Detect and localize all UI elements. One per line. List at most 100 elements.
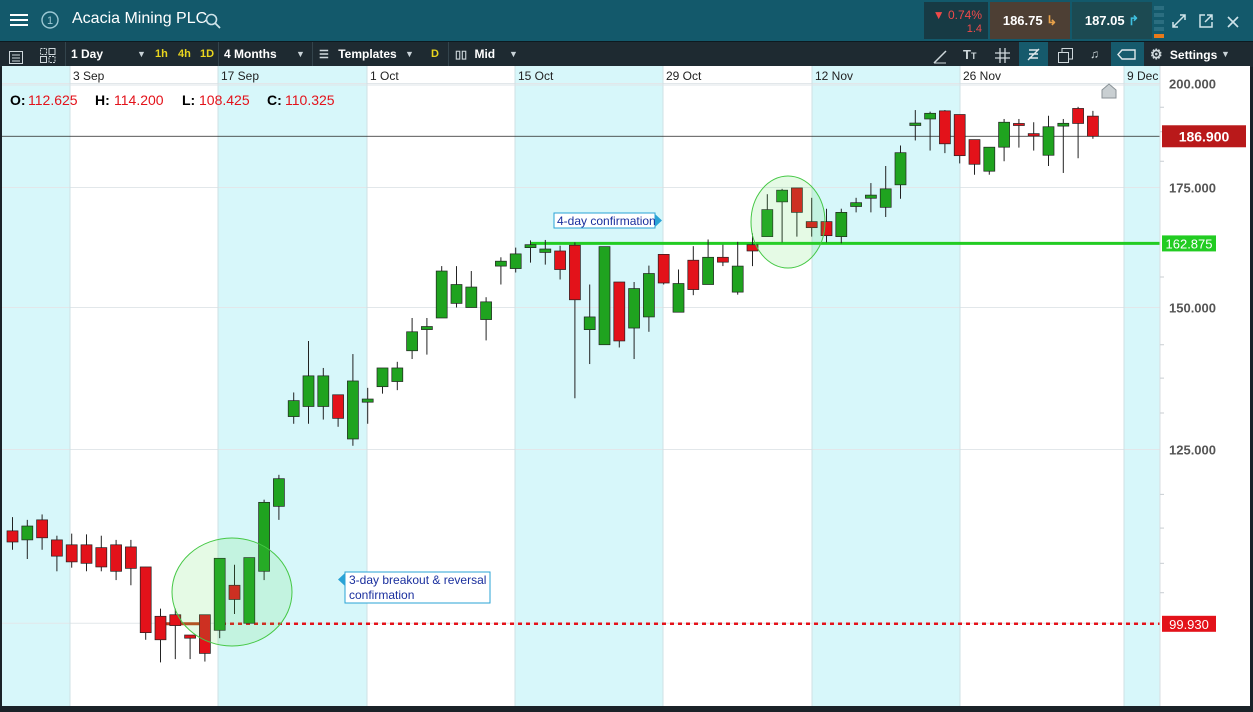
price-type-label: Mid [474, 47, 496, 61]
annotation-text: 4-day confirmation [557, 214, 656, 228]
x-tick-label: 3 Sep [73, 69, 105, 83]
range-dropdown[interactable]: 4 Months ▼ [218, 42, 312, 67]
sell-button[interactable]: 186.75 ↳ [990, 2, 1070, 39]
settings-label: Settings [1169, 48, 1218, 62]
candle-body [1057, 122, 1070, 127]
x-tick-label: 15 Oct [518, 69, 554, 83]
x-tick-label: 9 Dec [1127, 69, 1158, 83]
candle-body [80, 544, 93, 564]
confirmation-highlight-circle [750, 175, 826, 269]
candle-body [643, 273, 655, 318]
candle-body [21, 525, 34, 541]
level-price-label: 99.930 [1169, 617, 1209, 632]
buy-button[interactable]: 187.05 ↱ [1072, 2, 1152, 39]
candle-body [628, 288, 640, 329]
gear-icon: ⚙ [1150, 46, 1163, 62]
range-label: 4 Months [224, 47, 277, 61]
label-toggle-icon[interactable] [1111, 42, 1144, 67]
candle-body [317, 375, 330, 407]
candle-body [110, 544, 122, 572]
expand-icon[interactable] [1172, 14, 1186, 28]
link-icon[interactable]: 1 [40, 10, 60, 30]
layout-grid-icon[interactable] [40, 47, 56, 63]
breakout-highlight-circle [171, 537, 293, 647]
quick-interval-4h[interactable]: 4h [178, 42, 191, 67]
depth-bars-icon [1154, 6, 1164, 38]
ohlc-open-label: O: [10, 92, 26, 108]
candle-body [51, 539, 63, 557]
crosshair-toggle-icon[interactable] [1019, 42, 1048, 67]
text-tool-icon[interactable]: TT [963, 42, 976, 67]
chevron-down-icon: ▼ [405, 49, 414, 59]
draw-line-icon[interactable] [933, 48, 947, 64]
candle-body [65, 544, 78, 563]
week-shade-band [515, 66, 663, 706]
change-absolute: 1.4 [966, 23, 982, 35]
chart-area[interactable]: 3 Sep 17 Sep 1 Oct 15 Oct 29 Oct 12 Nov 26 Nov… [2, 66, 1250, 706]
candle-body [657, 254, 670, 284]
popout-icon[interactable] [1199, 14, 1213, 28]
menu-icon[interactable] [10, 11, 28, 29]
axis-panel [1160, 66, 1250, 706]
chevron-down-icon: ▼ [1221, 49, 1230, 59]
grid-icon[interactable] [995, 47, 1010, 63]
candle-body [406, 331, 418, 352]
bottom-bar [0, 706, 1253, 712]
candle-body [465, 286, 478, 308]
candle-body [524, 244, 537, 248]
candles-icon: ▯▯ [455, 49, 468, 61]
price-type-badge[interactable]: D [431, 42, 439, 67]
candle-body [376, 367, 389, 388]
week-shade-band [2, 66, 70, 706]
candle-body [598, 246, 611, 346]
x-tick-label: 26 Nov [963, 69, 1001, 83]
templates-dropdown[interactable]: ☰ Templates ▼ [312, 42, 427, 67]
week-shade-band [812, 66, 960, 706]
settings-dropdown[interactable]: ⚙ Settings ▼ [1150, 42, 1250, 67]
quick-interval-1h[interactable]: 1h [155, 42, 168, 67]
ohlc-high-label: H: [95, 92, 110, 108]
templates-icon: ☰ [319, 49, 329, 61]
candle-body [302, 375, 315, 407]
candle-body [894, 152, 907, 186]
price-type-dropdown[interactable]: ▯▯ Mid ▼ [448, 42, 530, 67]
change-percent: ▼ 0.74% [932, 8, 982, 22]
candle-body [968, 139, 981, 165]
indicator-icon[interactable]: ♫ [1090, 42, 1099, 67]
chevron-down-icon: ▼ [137, 49, 146, 59]
candle-body [273, 478, 285, 507]
annotation-3-day[interactable]: 3-day breakout & reversal confirmation [338, 571, 491, 604]
price-chart[interactable]: 3 Sep 17 Sep 1 Oct 15 Oct 29 Oct 12 Nov 26 Nov… [2, 66, 1250, 706]
duplicate-icon[interactable] [1058, 47, 1073, 63]
candle-body [480, 301, 492, 320]
interval-dropdown[interactable]: 1 Day ▼ [65, 42, 153, 67]
sell-price: 186.75 [1002, 13, 1043, 28]
chart-toolbar: 1 Day ▼ 1h 4h 1D 4 Months ▼ ☰ Templates … [0, 41, 1253, 67]
close-icon[interactable] [1227, 15, 1239, 28]
top-bar: 1 Acacia Mining PLC ▼ 0.74% 1.4 186.75 ↳… [0, 0, 1253, 41]
quick-interval-1d[interactable]: 1D [200, 42, 214, 67]
candle-body [835, 212, 848, 237]
x-tick-label: 12 Nov [815, 69, 853, 83]
candle-body [554, 250, 566, 270]
search-icon[interactable] [205, 13, 221, 29]
week-shade-band [1124, 66, 1160, 706]
candle-body [924, 112, 936, 120]
x-tick-label: 29 Oct [666, 69, 702, 83]
templates-label: Templates [338, 47, 397, 61]
x-tick-label: 1 Oct [370, 69, 399, 83]
candle-body [672, 283, 685, 313]
y-tick-label: 125.000 [1169, 443, 1216, 458]
panel-list-icon[interactable] [9, 48, 23, 64]
level-price-label: 162.875 [1166, 236, 1213, 251]
candle-body [125, 546, 137, 569]
x-tick-label: 17 Sep [221, 69, 259, 83]
candle-body [287, 400, 300, 417]
instrument-title[interactable]: Acacia Mining PLC [72, 10, 207, 28]
annotation-4-day[interactable]: 4-day confirmation [553, 212, 662, 229]
candle-body [983, 146, 996, 172]
change-panel: ▼ 0.74% 1.4 [924, 2, 988, 39]
candle-body [702, 256, 714, 285]
candle-body [731, 265, 744, 293]
y-tick-label: 175.000 [1169, 181, 1216, 196]
